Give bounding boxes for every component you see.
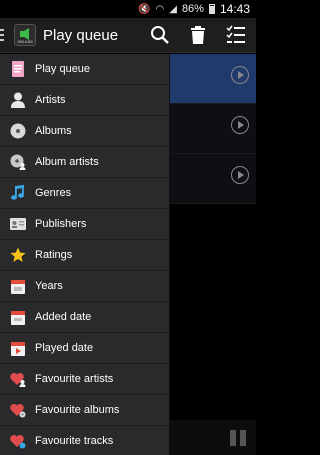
play-icon[interactable] bbox=[231, 66, 249, 84]
calendar-year-icon bbox=[10, 278, 26, 294]
clock: 14:43 bbox=[219, 2, 250, 16]
drawer-item-favourite-albums[interactable]: Favourite albums bbox=[0, 395, 169, 426]
queue-list bbox=[170, 54, 256, 455]
checklist-icon bbox=[226, 25, 245, 43]
page-title: Play queue bbox=[43, 26, 119, 44]
play-icon[interactable] bbox=[231, 166, 249, 184]
wifi-icon: ◠ bbox=[155, 3, 165, 15]
drawer-item-added-date[interactable]: Added date bbox=[0, 302, 169, 333]
delete-button[interactable] bbox=[188, 25, 208, 45]
battery-icon bbox=[208, 4, 215, 14]
music-note-icon bbox=[10, 185, 26, 201]
battery-percent: 86% bbox=[181, 3, 204, 15]
drawer-item-label: Play queue bbox=[35, 63, 91, 75]
drawer-item-label: Favourite tracks bbox=[35, 435, 114, 447]
disc-person-icon bbox=[10, 154, 26, 170]
drawer-toggle[interactable] bbox=[0, 18, 6, 53]
search-button[interactable] bbox=[150, 25, 170, 45]
drawer-item-publishers[interactable]: Publishers bbox=[0, 209, 169, 240]
drawer-item-label: Album artists bbox=[35, 156, 99, 168]
play-icon[interactable] bbox=[231, 116, 249, 134]
trash-icon bbox=[191, 26, 205, 44]
disc-icon bbox=[10, 123, 26, 139]
drawer-item-label: Genres bbox=[35, 187, 72, 199]
calendar-apr-icon bbox=[10, 309, 26, 325]
drawer-item-artists[interactable]: Artists bbox=[0, 85, 169, 116]
drawer-item-played-date[interactable]: Played date bbox=[0, 333, 169, 364]
drawer-item-label: Favourite artists bbox=[35, 373, 114, 385]
drawer-item-albums[interactable]: Albums bbox=[0, 116, 169, 147]
heart-person-icon bbox=[10, 371, 26, 387]
drawer-item-label: Ratings bbox=[35, 249, 73, 261]
drawer-item-label: Albums bbox=[35, 125, 72, 137]
status-bar: 🔇 ◠ ◢ 86% 14:43 bbox=[0, 0, 256, 18]
drawer-item-label: Years bbox=[35, 280, 63, 292]
mute-icon: 🔇 bbox=[138, 3, 151, 15]
queue-row[interactable] bbox=[170, 54, 256, 104]
pause-icon[interactable] bbox=[230, 430, 246, 446]
drawer-item-label: Publishers bbox=[35, 218, 87, 230]
navigation-drawer: Play queue Artists Albums Album artists … bbox=[0, 54, 170, 455]
drawer-item-label: Favourite albums bbox=[35, 404, 120, 416]
queue-icon bbox=[10, 61, 26, 77]
drawer-item-label: Artists bbox=[35, 94, 66, 106]
queue-row[interactable] bbox=[170, 104, 256, 154]
calendar-play-icon bbox=[10, 340, 26, 356]
signal-icon: ◢ bbox=[169, 3, 177, 15]
heart-track-icon bbox=[10, 433, 26, 449]
star-icon bbox=[10, 247, 26, 263]
app-logo-text: HELIUM bbox=[17, 39, 33, 44]
drawer-item-play-queue[interactable]: Play queue bbox=[0, 54, 169, 85]
drawer-item-ratings[interactable]: Ratings bbox=[0, 240, 169, 271]
id-card-icon bbox=[10, 216, 26, 232]
select-button[interactable] bbox=[226, 25, 246, 45]
drawer-item-album-artists[interactable]: Album artists bbox=[0, 147, 169, 178]
heart-disc-icon bbox=[10, 402, 26, 418]
drawer-item-label: Played date bbox=[35, 342, 94, 354]
drawer-item-favourite-artists[interactable]: Favourite artists bbox=[0, 364, 169, 395]
person-icon bbox=[10, 92, 26, 108]
app-logo[interactable]: HELIUM bbox=[14, 24, 36, 46]
empty-area bbox=[170, 204, 256, 455]
search-icon bbox=[151, 26, 169, 44]
drawer-item-genres[interactable]: Genres bbox=[0, 178, 169, 209]
queue-row[interactable] bbox=[170, 154, 256, 204]
drawer-item-years[interactable]: Years bbox=[0, 271, 169, 302]
mini-player bbox=[170, 420, 256, 455]
app-bar: HELIUM Play queue bbox=[0, 18, 256, 53]
drawer-item-label: Added date bbox=[35, 311, 92, 323]
drawer-item-favourite-tracks[interactable]: Favourite tracks bbox=[0, 426, 169, 455]
